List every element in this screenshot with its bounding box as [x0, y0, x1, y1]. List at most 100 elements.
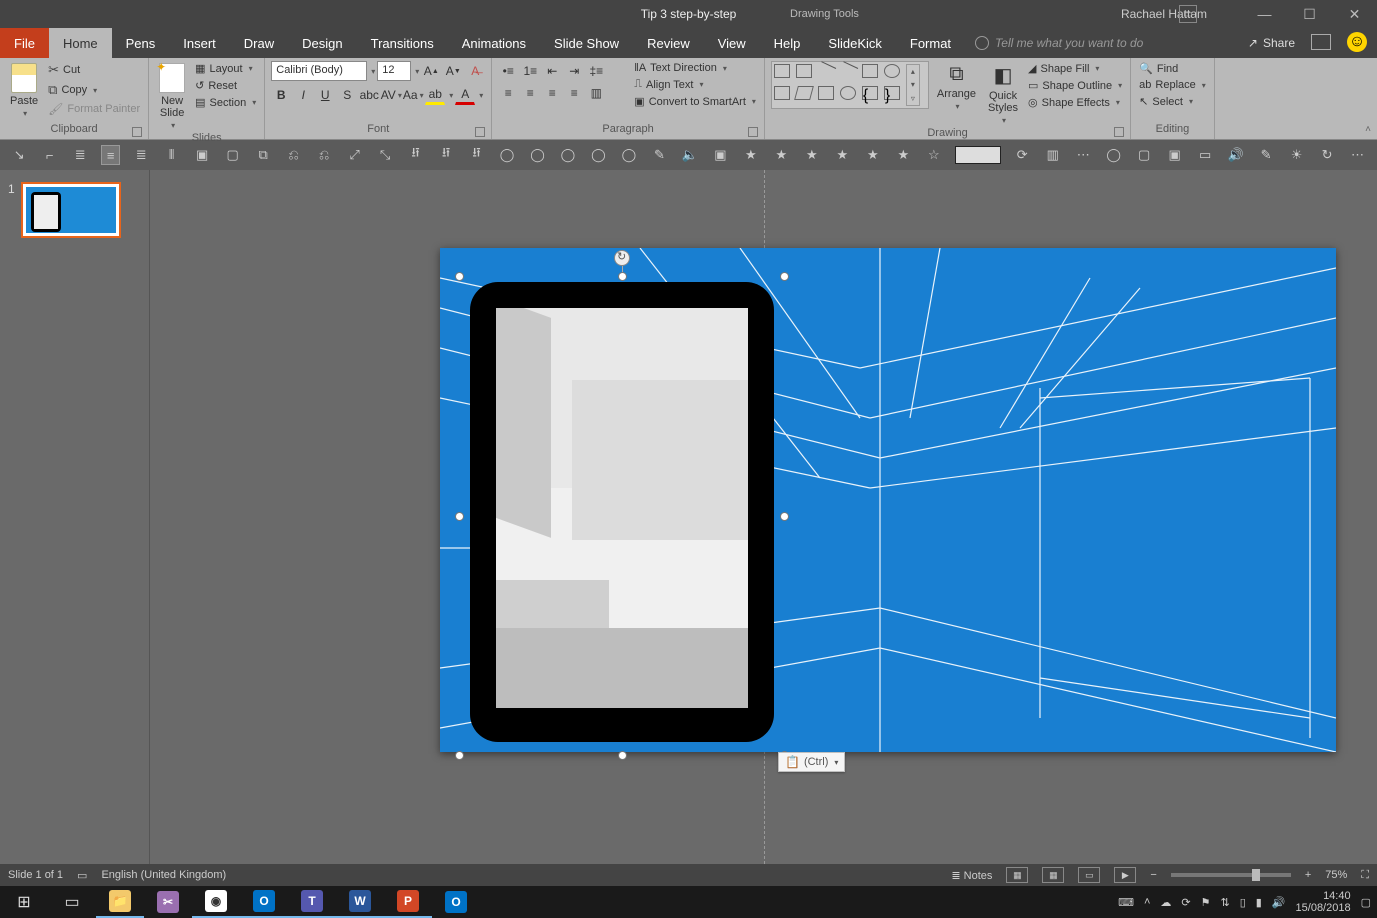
- qat-item-20[interactable]: ◯: [589, 145, 607, 165]
- increase-indent-button[interactable]: ⇥: [564, 61, 584, 81]
- italic-button[interactable]: I: [293, 85, 313, 105]
- smartart-button[interactable]: ▣Convert to SmartArt▾: [632, 94, 758, 109]
- qat-item-17[interactable]: ◯: [498, 145, 516, 165]
- shapes-scroll[interactable]: ▴▾▿: [906, 64, 920, 106]
- zoom-thumb[interactable]: [1252, 869, 1260, 881]
- decrease-indent-button[interactable]: ⇤: [542, 61, 562, 81]
- sorter-view-button[interactable]: ▦: [1042, 867, 1064, 883]
- qat-item-36[interactable]: ▭: [1196, 145, 1214, 165]
- qat-item-16[interactable]: ⭿: [467, 145, 485, 165]
- highlight-button[interactable]: ab: [425, 85, 445, 105]
- slide-thumbnail-1[interactable]: [21, 182, 121, 238]
- bullets-button[interactable]: •≡: [498, 61, 518, 81]
- qat-item-19[interactable]: ◯: [559, 145, 577, 165]
- ribbon-display-options[interactable]: ▭: [1179, 5, 1197, 23]
- qat-item-23[interactable]: 🔈: [681, 145, 699, 165]
- quick-styles-button[interactable]: ◧Quick Styles▾: [984, 61, 1022, 127]
- paste-options-button[interactable]: (Ctrl)▾: [778, 752, 845, 772]
- tab-slidekick[interactable]: SlideKick: [814, 28, 895, 58]
- char-spacing-button[interactable]: AV▾: [381, 85, 401, 105]
- qat-align-center[interactable]: ≡: [101, 145, 119, 165]
- cut-button[interactable]: Cut: [46, 61, 142, 79]
- reset-button[interactable]: ↺Reset: [193, 78, 258, 93]
- qat-send-back[interactable]: ▢: [223, 145, 241, 165]
- shape-effects-button[interactable]: ◎Shape Effects▾: [1026, 95, 1124, 110]
- tab-view[interactable]: View: [704, 28, 760, 58]
- change-case-button[interactable]: Aa▾: [403, 85, 423, 105]
- taskbar-outlook2[interactable]: O: [432, 886, 480, 918]
- task-view-button[interactable]: ▭: [48, 886, 96, 918]
- handle-sw[interactable]: [455, 751, 464, 760]
- tray-volume-icon[interactable]: 🔊: [1272, 896, 1286, 909]
- select-button[interactable]: ↖Select▾: [1137, 94, 1208, 109]
- rotation-handle[interactable]: [614, 250, 630, 266]
- qat-item-21[interactable]: ◯: [620, 145, 638, 165]
- language-status[interactable]: English (United Kingdom): [101, 869, 226, 881]
- text-direction-button[interactable]: ‖AText Direction▾: [632, 61, 758, 75]
- qat-refresh[interactable]: ↻: [1318, 145, 1336, 165]
- copy-button[interactable]: Copy▾: [46, 81, 142, 99]
- numbering-button[interactable]: 1≡: [520, 61, 540, 81]
- underline-button[interactable]: U: [315, 85, 335, 105]
- taskbar-chrome[interactable]: ◉: [192, 886, 240, 918]
- qat-item-34[interactable]: ▢: [1135, 145, 1153, 165]
- handle-nw[interactable]: [455, 272, 464, 281]
- qat-align-left[interactable]: ≣: [71, 145, 89, 165]
- share-button[interactable]: ↗Share: [1238, 28, 1305, 58]
- taskbar-outlook[interactable]: O: [240, 886, 288, 918]
- qat-star-7[interactable]: ☆: [925, 145, 943, 165]
- tab-draw[interactable]: Draw: [230, 28, 288, 58]
- tray-notifications-icon[interactable]: ▢: [1361, 896, 1371, 909]
- taskbar-explorer[interactable]: 📁: [96, 886, 144, 918]
- tray-keyboard-icon[interactable]: ⌨: [1118, 896, 1134, 909]
- columns-button[interactable]: ▥: [586, 83, 606, 103]
- paste-button[interactable]: Paste▾: [6, 61, 42, 120]
- font-dialog-launcher[interactable]: [475, 127, 485, 137]
- selected-shape[interactable]: [459, 276, 785, 756]
- qat-item-33[interactable]: ◯: [1104, 145, 1122, 165]
- tab-home[interactable]: Home: [49, 28, 112, 58]
- shape-outline-button[interactable]: ▭Shape Outline▾: [1026, 78, 1124, 93]
- slide-editor[interactable]: (Ctrl)▾: [150, 170, 1377, 864]
- qat-star-6[interactable]: ★: [894, 145, 912, 165]
- drawing-dialog-launcher[interactable]: [1114, 127, 1124, 137]
- handle-n[interactable]: [618, 272, 627, 281]
- tab-file[interactable]: File: [0, 28, 49, 58]
- reading-view-button[interactable]: ▭: [1078, 867, 1100, 883]
- clear-formatting-button[interactable]: A̶: [465, 61, 485, 81]
- qat-distribute[interactable]: ⫴: [162, 145, 180, 165]
- align-left-button[interactable]: ≡: [498, 83, 518, 103]
- minimize-button[interactable]: —: [1242, 0, 1287, 28]
- slideshow-view-button[interactable]: ▶: [1114, 867, 1136, 883]
- paragraph-dialog-launcher[interactable]: [748, 127, 758, 137]
- qat-more[interactable]: ⋯: [1348, 145, 1366, 165]
- qat-item-1[interactable]: ↘: [10, 145, 28, 165]
- zoom-level[interactable]: 75%: [1325, 869, 1347, 881]
- notes-button[interactable]: ≣ Notes: [951, 869, 992, 882]
- increase-font-button[interactable]: A▲: [421, 61, 441, 81]
- tab-review[interactable]: Review: [633, 28, 704, 58]
- qat-star-4[interactable]: ★: [833, 145, 851, 165]
- qat-item-12[interactable]: ⤢: [345, 145, 363, 165]
- close-button[interactable]: ✕: [1332, 0, 1377, 28]
- tray-wifi-icon[interactable]: ▮: [1256, 896, 1262, 909]
- tray-battery-icon[interactable]: ▯: [1240, 896, 1246, 909]
- handle-w[interactable]: [455, 512, 464, 521]
- tray-flag-icon[interactable]: ⚑: [1201, 896, 1211, 909]
- qat-item-35[interactable]: ▣: [1165, 145, 1183, 165]
- qat-star-2[interactable]: ★: [772, 145, 790, 165]
- feedback-smiley-icon[interactable]: ☺: [1347, 32, 1367, 52]
- tray-arrows-icon[interactable]: ⇅: [1220, 896, 1229, 909]
- arrange-button[interactable]: ⧉Arrange▾: [933, 61, 980, 113]
- comments-icon[interactable]: [1311, 34, 1331, 50]
- collapse-ribbon-button[interactable]: ˄: [1365, 124, 1371, 135]
- tab-transitions[interactable]: Transitions: [357, 28, 448, 58]
- qat-bring-front[interactable]: ▣: [193, 145, 211, 165]
- spellcheck-icon[interactable]: ▭: [77, 869, 87, 882]
- section-button[interactable]: ▤Section▾: [193, 95, 258, 110]
- decrease-font-button[interactable]: A▼: [443, 61, 463, 81]
- qat-item-22[interactable]: ✎: [650, 145, 668, 165]
- taskbar-powerpoint[interactable]: P: [384, 886, 432, 918]
- start-button[interactable]: ⊞: [0, 886, 48, 918]
- normal-view-button[interactable]: ▦: [1006, 867, 1028, 883]
